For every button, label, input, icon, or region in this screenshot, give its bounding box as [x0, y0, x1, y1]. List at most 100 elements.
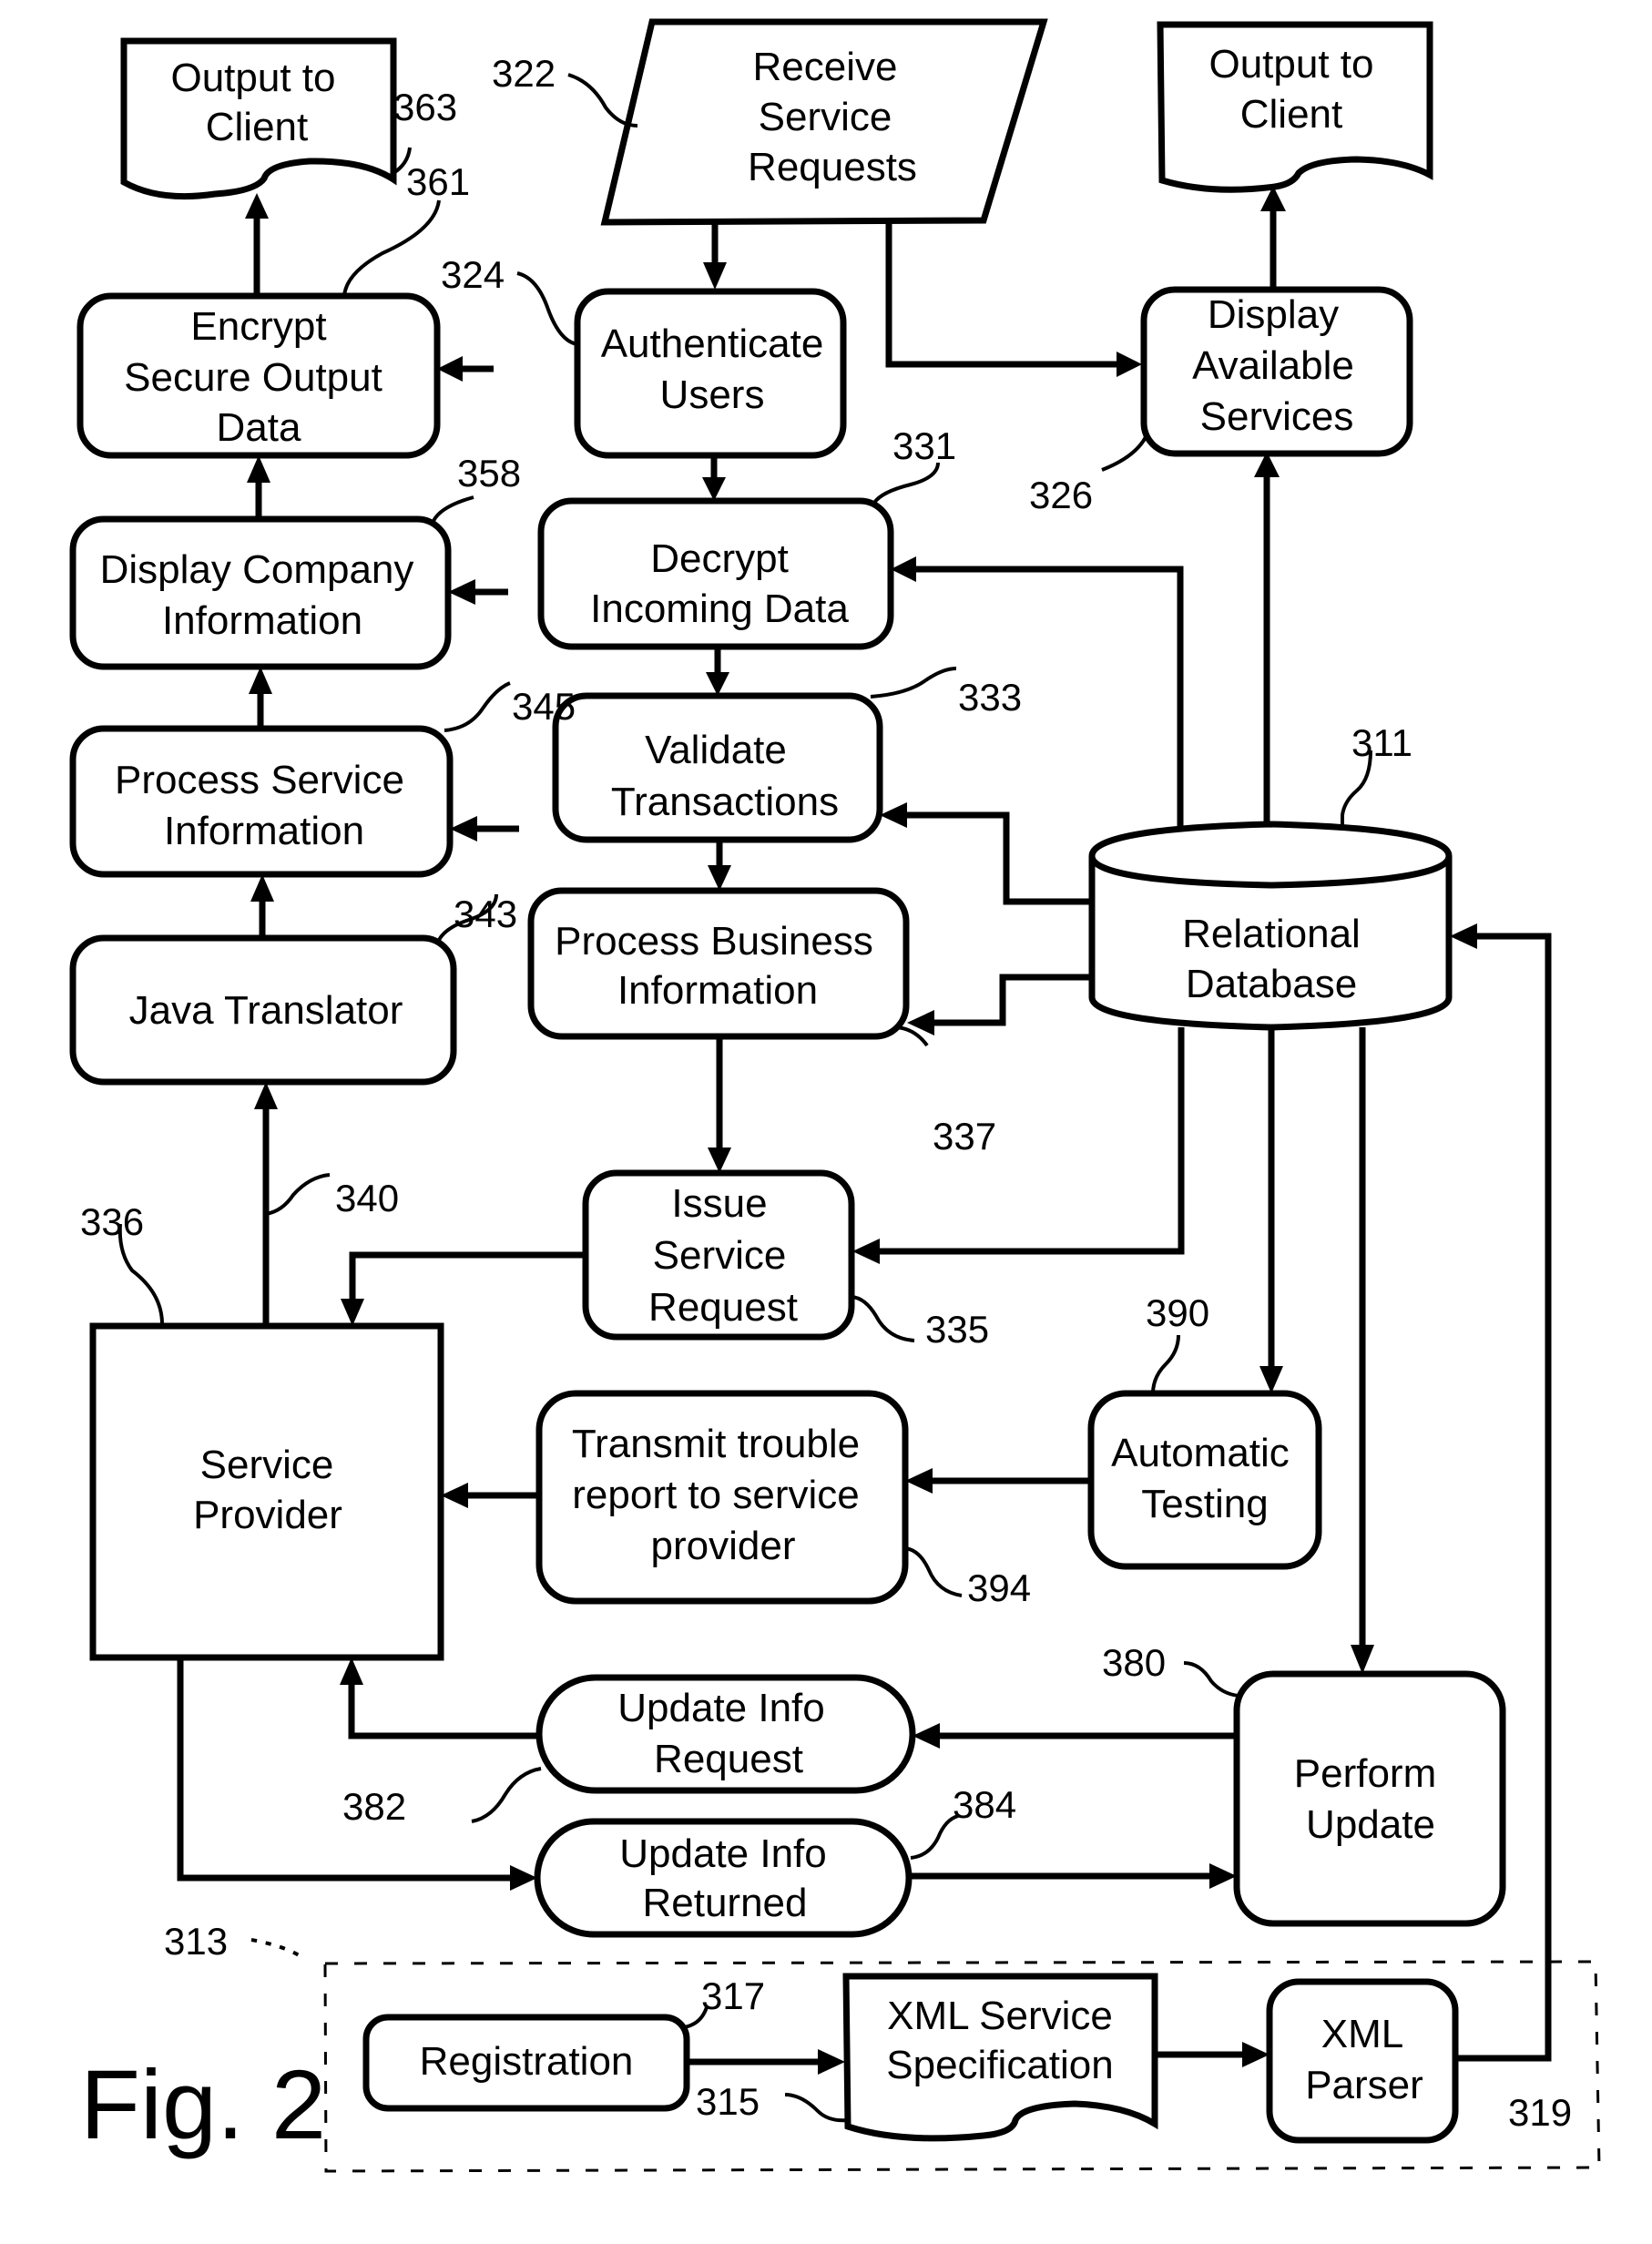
- output-to-client-left-node: Output to Client: [120, 37, 397, 200]
- arrowhead-up: [245, 193, 269, 219]
- ref-331: 331: [892, 424, 956, 467]
- xml-parser-line-1: XML: [1321, 2012, 1403, 2056]
- update-info-request-node: Update Info Request: [535, 1674, 916, 1794]
- validate-line-1: Validate: [645, 728, 787, 772]
- arrow-issue-to-service-provider: [349, 1251, 586, 1300]
- leader-380: [1183, 1661, 1239, 1698]
- figure-title: Fig. 2: [80, 2049, 326, 2159]
- registration-node: Registration: [362, 2014, 690, 2112]
- ref-333: 333: [958, 676, 1022, 719]
- leader-361: [342, 199, 441, 297]
- arrowhead-left: [891, 556, 916, 582]
- leader-315: [784, 2093, 850, 2123]
- issue-service-request-node: Issue Service Request: [582, 1169, 855, 1341]
- output-to-client-left-line-2: Client: [206, 105, 309, 149]
- transmit-line-2: report to service: [572, 1473, 859, 1517]
- leader-324: [516, 271, 578, 346]
- automatic-testing-line-2: Testing: [1141, 1482, 1268, 1526]
- arrow-update-request-to-provider: [348, 1683, 539, 1739]
- arrow-database-to-business: [933, 974, 1092, 1026]
- arrowhead-down: [708, 865, 731, 891]
- arrowhead-right: [818, 2049, 845, 2075]
- transmit-line-3: provider: [651, 1524, 796, 1568]
- automatic-testing-node: Automatic Testing: [1087, 1390, 1322, 1570]
- arrowhead-down: [702, 477, 726, 501]
- arrow-database-to-decrypt: [914, 566, 1184, 829]
- decrypt-line-2: Incoming Data: [590, 586, 849, 631]
- display-company-line-2: Information: [162, 598, 362, 643]
- ref-335: 335: [925, 1308, 989, 1351]
- process-service-information-node: Process Service Information: [69, 725, 454, 878]
- java-translator-line-1: Java Translator: [129, 988, 403, 1033]
- service-provider-line-1: Service: [200, 1443, 334, 1487]
- arrowhead-down: [1351, 1645, 1374, 1674]
- update-request-line-1: Update Info: [617, 1686, 825, 1730]
- update-returned-line-2: Returned: [642, 1881, 807, 1925]
- arrowhead-right: [1242, 2042, 1270, 2067]
- leader-340: [265, 1173, 331, 1216]
- process-business-information-node: Process Business Information: [527, 887, 910, 1040]
- decrypt-incoming-data-node: Decrypt Incoming Data: [537, 497, 894, 650]
- ref-345: 345: [512, 685, 576, 728]
- ref-336: 336: [80, 1200, 144, 1243]
- encrypt-line-2: Secure Output: [124, 355, 382, 400]
- process-service-line-2: Information: [164, 809, 364, 853]
- automatic-testing-line-1: Automatic: [1111, 1431, 1290, 1475]
- display-company-information-node: Display Company Information: [69, 515, 452, 670]
- issue-request-line-3: Request: [648, 1285, 798, 1330]
- arrowhead-down: [703, 262, 727, 290]
- encrypt-line-3: Data: [217, 405, 301, 450]
- leader-333: [870, 667, 957, 699]
- arrowhead-up: [254, 1082, 278, 1109]
- xml-service-specification-node: XML Service Specification: [842, 1973, 1158, 2142]
- validate-line-2: Transactions: [611, 780, 839, 824]
- leader-337: [896, 1025, 929, 1047]
- ref-337: 337: [933, 1115, 996, 1158]
- output-to-client-right-line-2: Client: [1240, 92, 1343, 137]
- output-to-client-right-line-1: Output to: [1208, 42, 1373, 87]
- perform-update-node: Perform Update: [1233, 1670, 1506, 1927]
- leader-394: [904, 1546, 963, 1597]
- flowchart-diagram: Output to Client Receive Service Request…: [69, 18, 1601, 2173]
- ref-319: 319: [1508, 2091, 1572, 2134]
- arrowhead-up: [250, 874, 274, 902]
- authenticate-line-1: Authenticate: [601, 321, 824, 366]
- arrowhead-right: [1209, 1863, 1237, 1889]
- ref-315: 315: [696, 2080, 760, 2123]
- ref-311: 311: [1351, 721, 1412, 764]
- ref-394: 394: [967, 1566, 1031, 1609]
- display-services-line-3: Services: [1200, 394, 1354, 439]
- arrowhead-left: [1450, 923, 1477, 949]
- database-line-1: Relational: [1182, 912, 1361, 956]
- arrowhead-left: [437, 356, 463, 382]
- ref-380: 380: [1102, 1641, 1166, 1684]
- ref-326: 326: [1029, 474, 1093, 516]
- display-available-services-node: Display Available Services: [1140, 286, 1413, 457]
- update-info-returned-node: Update Info Returned: [534, 1818, 913, 1938]
- leader-358: [432, 495, 474, 523]
- ref-361: 361: [406, 160, 470, 203]
- output-to-client-left-line-1: Output to: [170, 56, 335, 100]
- issue-request-line-1: Issue: [671, 1181, 767, 1226]
- arrow-provider-to-update-returned: [177, 1658, 512, 1882]
- process-business-line-1: Process Business: [555, 919, 873, 964]
- arrowhead-down: [341, 1299, 364, 1326]
- authenticate-users-node: Authenticate Users: [574, 288, 847, 459]
- leader-384: [910, 1814, 959, 1860]
- process-service-line-1: Process Service: [115, 758, 404, 802]
- xml-spec-line-2: Specification: [886, 2043, 1113, 2087]
- ref-358: 358: [457, 452, 521, 495]
- arrowhead-down: [708, 1148, 731, 1173]
- ref-313: 313: [164, 1920, 228, 1963]
- ref-324: 324: [441, 253, 505, 296]
- ref-384: 384: [953, 1783, 1016, 1826]
- arrowhead-left: [441, 1483, 468, 1508]
- arrowhead-up: [249, 667, 272, 694]
- transmit-line-1: Transmit trouble: [572, 1422, 860, 1466]
- xml-parser-line-2: Parser: [1305, 2063, 1423, 2107]
- issue-request-line-2: Service: [653, 1233, 787, 1278]
- arrowhead-down: [1259, 1366, 1283, 1393]
- java-translator-node: Java Translator: [69, 934, 457, 1086]
- leader-326: [1101, 435, 1147, 472]
- leader-313: [250, 1938, 302, 1958]
